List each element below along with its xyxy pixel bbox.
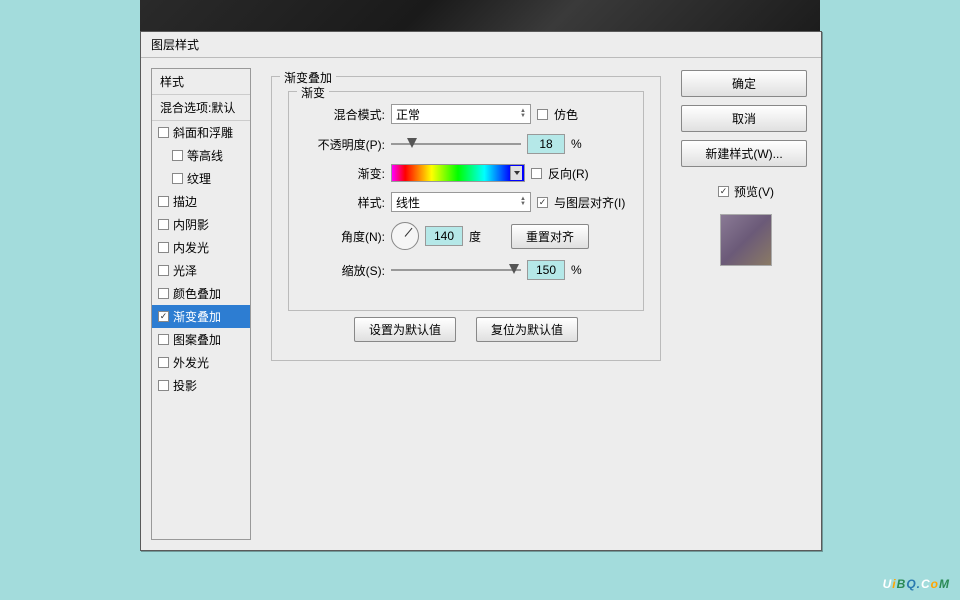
style-select[interactable]: 线性 ▲▼: [391, 192, 531, 212]
set-default-button[interactable]: 设置为默认值: [354, 317, 456, 342]
sidebar-item-7[interactable]: 颜色叠加: [152, 282, 250, 305]
main-panel: 渐变叠加 渐变 混合模式: 正常 ▲▼ 仿色 不透明度(P):: [261, 68, 671, 540]
sidebar-item-label: 等高线: [187, 147, 223, 164]
preview-checkbox[interactable]: [718, 186, 729, 197]
gradient-picker[interactable]: [391, 164, 525, 182]
align-checkbox[interactable]: [537, 197, 548, 208]
select-arrows-icon: ▲▼: [520, 109, 526, 119]
angle-dial[interactable]: [391, 222, 419, 250]
sidebar-item-9[interactable]: 图案叠加: [152, 328, 250, 351]
sidebar-item-label: 纹理: [187, 170, 211, 187]
opacity-slider[interactable]: [391, 137, 521, 151]
sidebar-header: 样式: [152, 69, 250, 95]
sidebar-item-8[interactable]: 渐变叠加: [152, 305, 250, 328]
dialog-title: 图层样式: [151, 36, 199, 53]
sidebar-item-label: 光泽: [173, 262, 197, 279]
scale-slider[interactable]: [391, 263, 521, 277]
scale-label: 缩放(S):: [303, 262, 385, 279]
style-checkbox[interactable]: [158, 219, 169, 230]
opacity-label: 不透明度(P):: [303, 136, 385, 153]
cancel-button[interactable]: 取消: [681, 105, 807, 132]
select-arrows-icon: ▲▼: [520, 197, 526, 207]
layer-style-dialog: 图层样式 样式 混合选项:默认 斜面和浮雕等高线纹理描边内阴影内发光光泽颜色叠加…: [140, 31, 822, 551]
style-checkbox[interactable]: [158, 380, 169, 391]
sidebar-item-label: 渐变叠加: [173, 308, 221, 325]
degree-label: 度: [469, 228, 481, 245]
watermark: UiBQ.CoM: [883, 571, 950, 594]
preview-label: 预览(V): [734, 183, 774, 200]
opacity-input[interactable]: 18: [527, 134, 565, 154]
sidebar-item-label: 图案叠加: [173, 331, 221, 348]
gradient-label: 渐变:: [303, 165, 385, 182]
style-checkbox[interactable]: [158, 127, 169, 138]
ok-button[interactable]: 确定: [681, 70, 807, 97]
style-checkbox[interactable]: [172, 150, 183, 161]
style-checkbox[interactable]: [158, 288, 169, 299]
sidebar-item-1[interactable]: 等高线: [152, 144, 250, 167]
style-checkbox[interactable]: [158, 196, 169, 207]
align-label: 与图层对齐(I): [554, 194, 625, 211]
titlebar[interactable]: 图层样式: [141, 32, 821, 58]
style-checkbox[interactable]: [158, 357, 169, 368]
preview-swatch: [720, 214, 772, 266]
style-checkbox[interactable]: [172, 173, 183, 184]
reset-default-button[interactable]: 复位为默认值: [476, 317, 578, 342]
style-checkbox[interactable]: [158, 311, 169, 322]
right-panel: 确定 取消 新建样式(W)... 预览(V): [681, 68, 811, 540]
inner-group-title: 渐变: [297, 84, 329, 101]
dither-label: 仿色: [554, 106, 578, 123]
blend-options-item[interactable]: 混合选项:默认: [152, 95, 250, 121]
style-checkbox[interactable]: [158, 242, 169, 253]
sidebar-item-label: 内阴影: [173, 216, 209, 233]
sidebar-item-label: 内发光: [173, 239, 209, 256]
sidebar-item-4[interactable]: 内阴影: [152, 213, 250, 236]
sidebar-item-5[interactable]: 内发光: [152, 236, 250, 259]
sidebar-item-10[interactable]: 外发光: [152, 351, 250, 374]
sidebar-item-label: 描边: [173, 193, 197, 210]
scale-input[interactable]: 150: [527, 260, 565, 280]
sidebar-item-label: 斜面和浮雕: [173, 124, 233, 141]
slider-thumb-icon[interactable]: [509, 264, 519, 274]
style-sidebar: 样式 混合选项:默认 斜面和浮雕等高线纹理描边内阴影内发光光泽颜色叠加渐变叠加图…: [151, 68, 251, 540]
angle-input[interactable]: 140: [425, 226, 463, 246]
style-label: 样式:: [303, 194, 385, 211]
slider-thumb-icon[interactable]: [407, 138, 417, 148]
style-checkbox[interactable]: [158, 334, 169, 345]
blend-mode-select[interactable]: 正常 ▲▼: [391, 104, 531, 124]
sidebar-item-6[interactable]: 光泽: [152, 259, 250, 282]
reset-align-button[interactable]: 重置对齐: [511, 224, 589, 249]
angle-label: 角度(N):: [303, 228, 385, 245]
dither-checkbox[interactable]: [537, 109, 548, 120]
style-checkbox[interactable]: [158, 265, 169, 276]
sidebar-item-11[interactable]: 投影: [152, 374, 250, 397]
sidebar-item-label: 颜色叠加: [173, 285, 221, 302]
sidebar-item-3[interactable]: 描边: [152, 190, 250, 213]
sidebar-item-0[interactable]: 斜面和浮雕: [152, 121, 250, 144]
reverse-label: 反向(R): [548, 165, 589, 182]
blend-mode-label: 混合模式:: [303, 106, 385, 123]
new-style-button[interactable]: 新建样式(W)...: [681, 140, 807, 167]
sidebar-item-2[interactable]: 纹理: [152, 167, 250, 190]
sidebar-item-label: 投影: [173, 377, 197, 394]
sidebar-item-label: 外发光: [173, 354, 209, 371]
dropdown-icon[interactable]: [510, 166, 522, 180]
reverse-checkbox[interactable]: [531, 168, 542, 179]
